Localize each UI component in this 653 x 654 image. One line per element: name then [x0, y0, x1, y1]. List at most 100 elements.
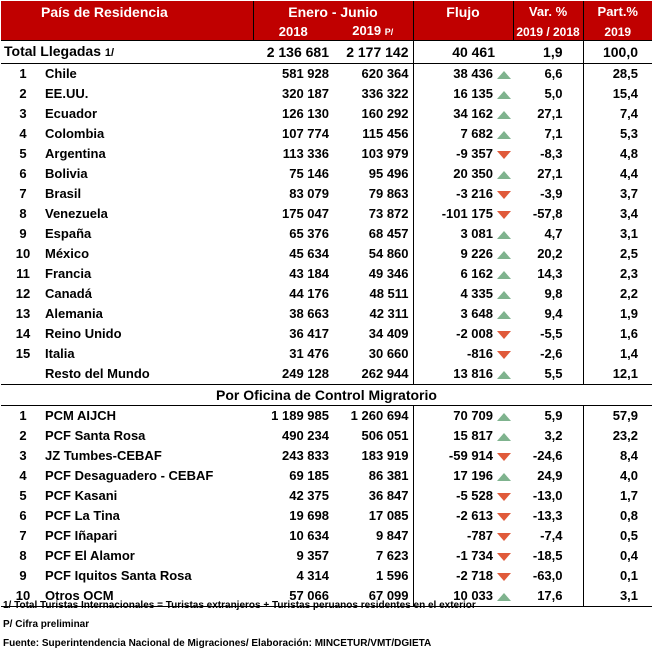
office-row: 7 PCF Iñapari 10 634 9 847 -787 -7,4 0,5	[1, 526, 653, 546]
row-flow: 16 135	[412, 84, 514, 104]
row-name: Resto del Mundo	[45, 366, 150, 381]
row-part: 1,7	[582, 486, 653, 506]
row-2018: 36 417	[289, 326, 329, 341]
row-part: 0,4	[582, 546, 653, 566]
row-2018: 10 634	[289, 528, 329, 543]
row-flow: -101 175	[412, 204, 514, 224]
country-row: Resto del Mundo 249 128 262 944 13 816 5,5 12…	[1, 364, 653, 385]
row-part: 3,7	[582, 184, 653, 204]
row-name: PCF Desaguadero - CEBAF	[45, 468, 214, 483]
row-index: 7	[19, 186, 27, 201]
country-row: 5 Argentina 113 336 103 979 -9 357 -8,3 4,8	[1, 144, 653, 164]
row-index: 1	[19, 66, 27, 81]
row-name: Colombia	[45, 126, 105, 141]
note-1: 1/ Total Turistas Internacionales = Turi…	[3, 600, 476, 611]
triangle-up-icon	[497, 70, 512, 79]
row-index: 5	[19, 488, 27, 503]
row-part: 4,0	[582, 466, 653, 486]
row-index: 3	[19, 448, 27, 463]
arrivals-table: País de Residencia Enero - Junio Flujo V…	[1, 1, 653, 607]
row-flow: 3 648	[412, 304, 514, 324]
row-name: PCF Iñapari	[45, 528, 118, 543]
row-var: -63,0	[532, 568, 563, 583]
row-2018: 75 146	[289, 166, 329, 181]
row-var: 5,0	[544, 86, 563, 101]
header-country: País de Residencia	[1, 1, 253, 41]
triangle-down-icon	[497, 210, 512, 219]
row-name: Brasil	[45, 186, 82, 201]
row-flow: -816	[412, 344, 514, 364]
row-index: 11	[16, 266, 30, 281]
row-var: -24,6	[532, 448, 563, 463]
row-part: 57,9	[582, 405, 653, 426]
row-2018: 42 375	[289, 488, 329, 503]
row-index: 9	[19, 226, 27, 241]
triangle-up-icon	[497, 592, 512, 601]
triangle-up-icon	[497, 370, 512, 379]
triangle-down-icon	[497, 452, 512, 461]
row-name: PCF Iquitos Santa Rosa	[45, 568, 192, 583]
row-2019: 79 863	[368, 186, 409, 201]
row-2019: 49 346	[368, 266, 409, 281]
row-name: Chile	[45, 66, 77, 81]
row-part: 0,1	[582, 566, 653, 586]
country-row: 13 Alemania 38 663 42 311 3 648 9,4 1,9	[1, 304, 653, 324]
row-flow-value: 9 226	[460, 246, 494, 261]
row-var: 4,7	[544, 226, 563, 241]
row-var: -3,9	[540, 186, 563, 201]
row-2018: 249 128	[282, 366, 329, 381]
row-part: 28,5	[582, 63, 653, 84]
row-flow: 3 081	[412, 224, 514, 244]
triangle-up-icon	[497, 130, 512, 139]
row-index: 5	[19, 146, 27, 161]
row-index: 7	[19, 528, 27, 543]
row-index	[1, 364, 45, 385]
country-row: 1 Chile 581 928 620 364 38 436 6,6 28,5	[1, 63, 653, 84]
row-flow: 9 226	[412, 244, 514, 264]
row-name: México	[45, 246, 90, 261]
row-flow-value: -1 734	[456, 548, 494, 563]
row-var: 5,9	[544, 408, 563, 423]
row-index: 3	[19, 106, 27, 121]
row-2019: 86 381	[368, 468, 409, 483]
triangle-down-icon	[497, 532, 512, 541]
row-2019: 1 596	[375, 568, 409, 583]
total-label-text: Total Llegadas	[4, 43, 101, 59]
country-row: 2 EE.UU. 320 187 336 322 16 135 5,0 15,4	[1, 84, 653, 104]
row-index: 1	[19, 408, 27, 423]
row-index: 15	[15, 346, 31, 361]
row-var: -8,3	[540, 146, 563, 161]
country-row: 15 Italia 31 476 30 660 -816 -2,6 1,4	[1, 344, 653, 364]
country-row: 4 Colombia 107 774 115 456 7 682 7,1 5,3	[1, 124, 653, 144]
section-row: Por Oficina de Control Migratorio	[1, 384, 653, 406]
row-name: Reino Unido	[45, 326, 122, 341]
header-part: Part.%	[582, 1, 653, 23]
row-name: Argentina	[45, 146, 106, 161]
row-index: 4	[19, 468, 27, 483]
row-name: Francia	[45, 266, 92, 281]
row-2018: 175 047	[282, 206, 329, 221]
office-row: 2 PCF Santa Rosa 490 234 506 051 15 817 3,2 23…	[1, 426, 653, 446]
total-2019: 2 177 142	[333, 40, 414, 64]
row-2018: 69 185	[289, 468, 329, 483]
row-2019: 115 456	[362, 126, 409, 141]
row-flow-value: -5 528	[456, 488, 494, 503]
row-2018: 83 079	[289, 186, 329, 201]
header-flow: Flujo	[412, 1, 514, 41]
office-row: 3 JZ Tumbes-CEBAF 243 833 183 919 -59 914 -24…	[1, 446, 653, 466]
row-flow-value: -3 216	[456, 186, 494, 201]
row-flow: 38 436	[412, 63, 514, 84]
country-row: 8 Venezuela 175 047 73 872 -101 175 -57,8 3,4	[1, 204, 653, 224]
row-2018: 126 130	[282, 106, 329, 121]
row-name: PCM AIJCH	[45, 408, 117, 423]
office-row: 6 PCF La Tina 19 698 17 085 -2 613 -13,3 0,8	[1, 506, 653, 526]
row-index: 9	[19, 568, 27, 583]
row-flow-value: 70 709	[453, 408, 494, 423]
row-flow-value: 34 162	[453, 106, 494, 121]
row-2018: 9 357	[296, 548, 329, 563]
total-var: 1,9	[513, 40, 584, 64]
row-flow-value: -101 175	[441, 206, 494, 221]
row-2019: 34 409	[368, 326, 409, 341]
header-part-sub: 2019	[582, 23, 653, 41]
row-flow-value: -787	[466, 528, 494, 543]
